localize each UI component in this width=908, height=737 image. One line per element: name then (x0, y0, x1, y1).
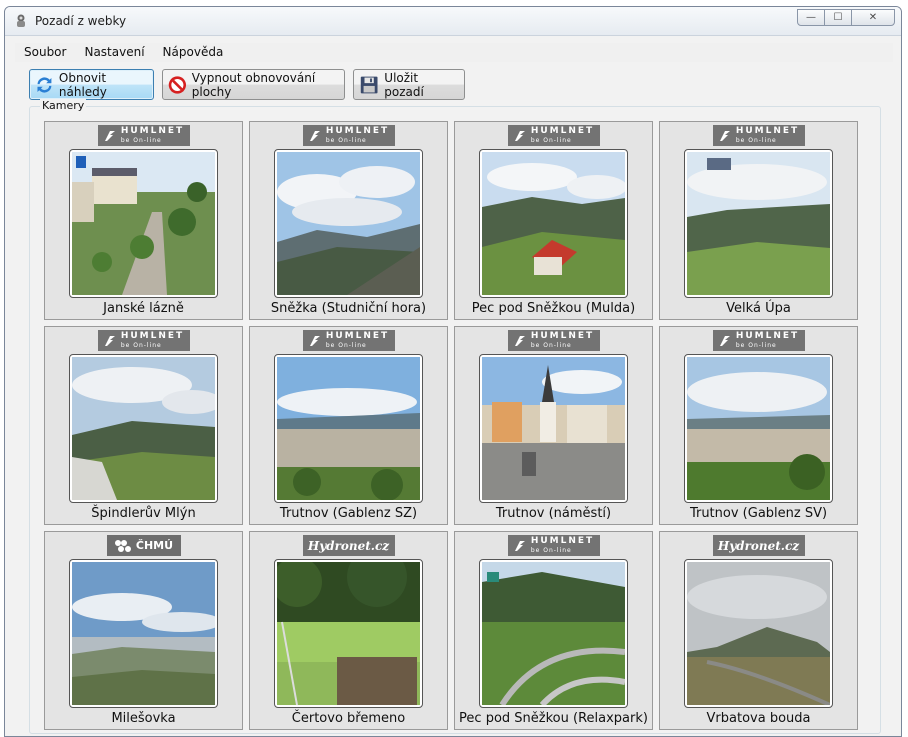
town-panorama-image (277, 357, 420, 500)
humlnet-logo: HUMLNET be On-line (302, 125, 395, 146)
valley-panorama-image (687, 152, 830, 295)
hydronet-logo: Hydronet.cz (712, 535, 805, 556)
camera-thumbnail[interactable] (684, 354, 833, 503)
mountain-clouds-image (277, 152, 420, 295)
camera-grid: HUMLNET be On-line Janské lázně HUMLNET … (44, 121, 861, 730)
app-window: Pozadí z webky — ☐ ✕ Soubor Nastavení Ná… (4, 6, 902, 737)
camera-thumbnail[interactable] (274, 149, 423, 298)
camera-thumbnail[interactable] (274, 559, 423, 708)
camera-tile-milesovka[interactable]: ČHMÚ Milešovka (44, 531, 243, 730)
camera-name: Milešovka (111, 711, 176, 726)
refresh-icon (37, 76, 52, 93)
humlnet-logo: HUMLNET be On-line (712, 125, 805, 146)
menu-nastaveni[interactable]: Nastavení (75, 43, 153, 62)
town-square-image (482, 357, 625, 500)
maximize-button[interactable]: ☐ (824, 9, 852, 26)
save-background-button[interactable]: Uložit pozadí (353, 69, 465, 100)
humlnet-icon (719, 130, 730, 141)
humlnet-icon (719, 335, 730, 346)
camera-name: Trutnov (náměstí) (495, 506, 612, 521)
humlnet-logo: HUMLNET be On-line (507, 125, 600, 146)
camera-thumbnail[interactable] (274, 354, 423, 503)
camera-tile-snezka[interactable]: HUMLNET be On-line Sněžka (Studniční hora… (249, 121, 448, 320)
cameras-group-label: Kamery (40, 99, 87, 112)
humlnet-icon (104, 130, 115, 141)
camera-thumbnail[interactable] (69, 149, 218, 298)
camera-thumbnail[interactable] (684, 149, 833, 298)
camera-thumbnail[interactable] (479, 559, 628, 708)
title-bar[interactable]: Pozadí z webky — ☐ ✕ (5, 7, 901, 36)
chmu-logo: ČHMÚ (106, 535, 181, 556)
maximize-icon: ☐ (833, 12, 843, 23)
ski-slopes-image (72, 357, 215, 500)
camera-thumbnail[interactable] (69, 559, 218, 708)
humlnet-logo: HUMLNET be On-line (97, 125, 190, 146)
toolbar: Obnovit náhledy Vypnout obnovování ploch… (29, 69, 473, 100)
disable-refresh-label: Vypnout obnovování plochy (191, 70, 316, 99)
app-icon (17, 14, 25, 27)
save-background-label: Uložit pozadí (384, 70, 424, 99)
minimize-button[interactable]: — (797, 9, 825, 26)
camera-tile-trutnov-gablenz-sz[interactable]: HUMLNET be On-line Trutnov (Gablenz SZ) (249, 326, 448, 525)
camera-tile-spindleruv-mlyn[interactable]: HUMLNET be On-line Špindlerův Mlýn (44, 326, 243, 525)
humlnet-logo: HUMLNET be On-line (712, 330, 805, 351)
humlnet-icon (309, 335, 320, 346)
menu-bar: Soubor Nastavení Nápověda (15, 43, 893, 62)
floppy-disk-icon (360, 76, 378, 93)
camera-name: Trutnov (Gablenz SZ) (279, 506, 418, 521)
camera-tile-vrbatova-bouda[interactable]: Hydronet.cz Vrbatova bouda (659, 531, 858, 730)
hydronet-logo: Hydronet.cz (302, 535, 395, 556)
humlnet-icon (104, 335, 115, 346)
disable-refresh-button[interactable]: Vypnout obnovování plochy (162, 69, 345, 100)
humlnet-logo: HUMLNET be On-line (507, 535, 600, 556)
valley-red-roof-image (482, 152, 625, 295)
humlnet-logo: HUMLNET be On-line (302, 330, 395, 351)
camera-thumbnail[interactable] (69, 354, 218, 503)
minimize-icon: — (806, 12, 816, 23)
menu-soubor[interactable]: Soubor (15, 43, 75, 62)
humlnet-icon (514, 540, 525, 551)
humlnet-icon (309, 130, 320, 141)
humlnet-icon (514, 335, 525, 346)
humlnet-logo: HUMLNET be On-line (507, 330, 600, 351)
camera-name: Vrbatova bouda (706, 711, 811, 726)
humlnet-icon (514, 130, 525, 141)
camera-tile-pec-mulda[interactable]: HUMLNET be On-line Pec pod Sněžkou (Mulda… (454, 121, 653, 320)
town-hills-image (687, 357, 830, 500)
camera-thumbnail[interactable] (479, 354, 628, 503)
camera-name: Velká Úpa (726, 301, 791, 316)
refresh-previews-label: Obnovit náhledy (58, 70, 107, 99)
humlnet-logo: HUMLNET be On-line (97, 330, 190, 351)
town-street-image (72, 152, 215, 295)
camera-name: Špindlerův Mlýn (91, 506, 196, 521)
camera-tile-janske-lazne[interactable]: HUMLNET be On-line Janské lázně (44, 121, 243, 320)
window-title: Pozadí z webky (35, 14, 127, 28)
camera-tile-certovo-bremeno[interactable]: Hydronet.cz Čertovo břemeno (249, 531, 448, 730)
refresh-previews-button[interactable]: Obnovit náhledy (29, 69, 154, 100)
camera-thumbnail[interactable] (479, 149, 628, 298)
camera-name: Trutnov (Gablenz SV) (689, 506, 828, 521)
cloudy-hill-image (687, 562, 830, 705)
camera-tile-trutnov-namesti[interactable]: HUMLNET be On-line Trutnov (náměstí) (454, 326, 653, 525)
hazy-landscape-image (72, 562, 215, 705)
camera-name: Janské lázně (103, 301, 184, 316)
camera-tile-velka-upa[interactable]: HUMLNET be On-line Velká Úpa (659, 121, 858, 320)
camera-thumbnail[interactable] (684, 559, 833, 708)
camera-tile-trutnov-gablenz-sv[interactable]: HUMLNET be On-line Trutnov (Gablenz SV) (659, 326, 858, 525)
camera-name: Sněžka (Studniční hora) (270, 301, 427, 316)
camera-name: Pec pod Sněžkou (Mulda) (471, 301, 636, 316)
close-icon: ✕ (868, 12, 878, 23)
camera-name: Pec pod Sněžkou (Relaxpark) (459, 711, 648, 726)
chmu-icon (114, 539, 131, 552)
cameras-group: Kamery HUMLNET be On-line Janské lázně H… (29, 99, 881, 734)
menu-napoveda[interactable]: Nápověda (154, 43, 233, 62)
close-button[interactable]: ✕ (851, 9, 895, 26)
bobsled-track-image (482, 562, 625, 705)
camera-name: Čertovo břemeno (291, 711, 406, 726)
garden-trees-image (277, 562, 420, 705)
no-entry-icon (168, 75, 187, 94)
camera-tile-pec-relaxpark[interactable]: HUMLNET be On-line Pec pod Sněžkou (Relax… (454, 531, 653, 730)
